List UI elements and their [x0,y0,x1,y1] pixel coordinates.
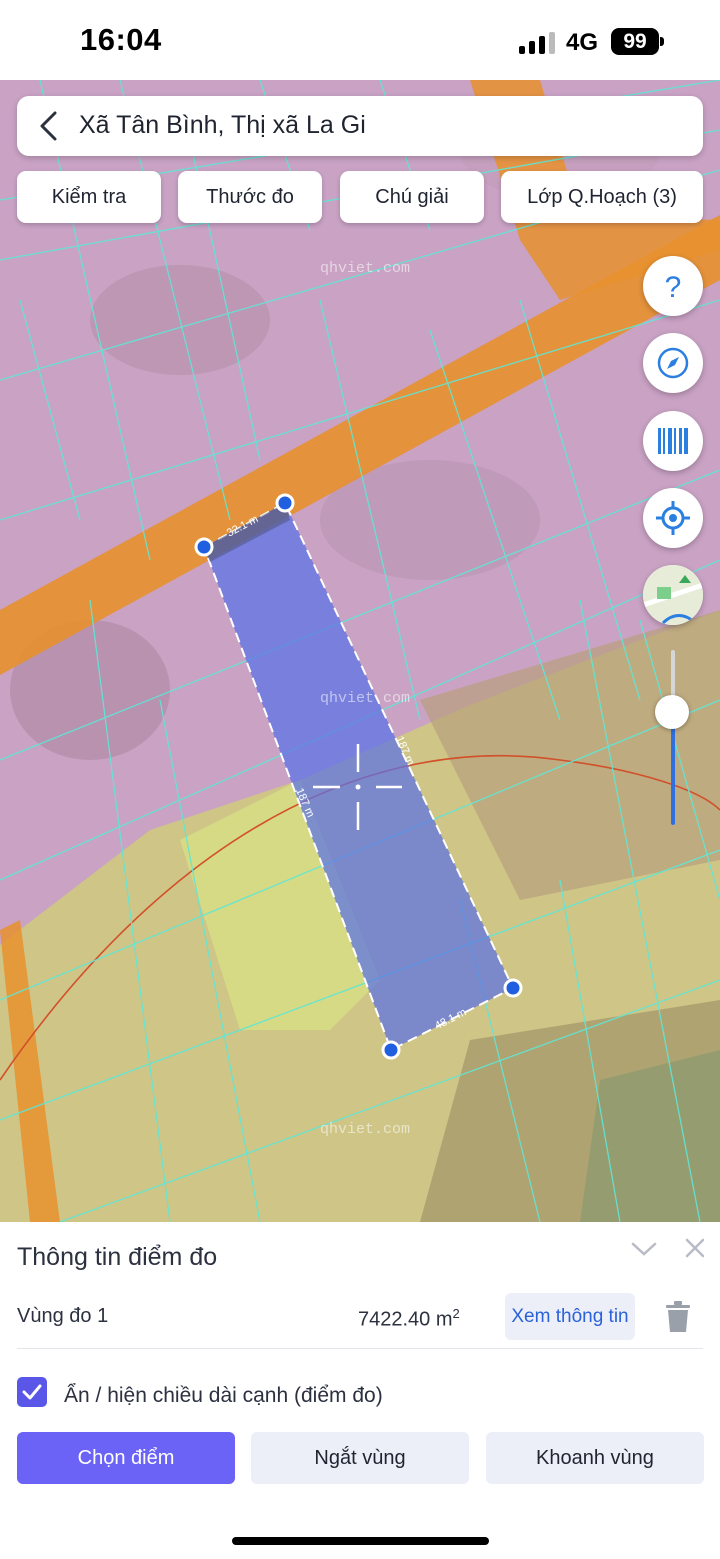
locate-button[interactable] [643,488,703,548]
chevron-down-icon[interactable] [631,1240,657,1258]
back-icon[interactable] [37,110,61,142]
battery-cap [660,37,664,46]
area-name: Vùng đo 1 [17,1305,109,1327]
map-view[interactable]: 32.1 m 187 m 187 m 48.1 m qhviet.com qhv… [0,80,720,1222]
select-point-button[interactable]: Chọn điểm [17,1432,235,1484]
ruler-button[interactable]: Thước đo [178,171,322,223]
trash-icon[interactable] [663,1300,693,1334]
status-bar: 16:04 4G 99 [0,0,720,80]
enclose-area-button[interactable]: Khoanh vùng [486,1432,704,1484]
check-button[interactable]: Kiểm tra [17,171,161,223]
network-type: 4G [566,29,599,56]
barcode-icon [658,428,688,454]
divider [17,1348,703,1349]
watermark: qhviet.com [320,1121,410,1138]
legend-button[interactable]: Chú giải [340,171,484,223]
close-icon[interactable] [684,1237,706,1259]
map-layer-button[interactable] [643,565,703,625]
battery-icon: 99 [611,28,659,55]
toggle-edge-length-checkbox[interactable] [17,1377,47,1407]
locate-icon [656,501,690,535]
help-icon: ? [665,271,682,304]
checkmark-icon [22,1384,42,1400]
status-time: 16:04 [80,22,162,57]
svg-text:?: ? [665,271,682,304]
location-name: Xã Tân Bình, Thị xã La Gi [79,111,366,139]
map-layer-thumbnail [643,565,703,625]
signal-icon [519,32,555,54]
home-indicator[interactable] [232,1537,489,1545]
break-area-button[interactable]: Ngắt vùng [251,1432,469,1484]
barcode-button[interactable] [643,411,703,471]
help-button[interactable]: ? [643,256,703,316]
watermark: qhviet.com [320,690,410,707]
zoom-slider-thumb[interactable] [655,695,689,729]
planning-layer-button[interactable]: Lớp Q.Hoạch (3) [501,171,703,223]
location-search-bar[interactable]: Xã Tân Bình, Thị xã La Gi [17,96,703,156]
panel-title: Thông tin điểm đo [17,1243,218,1271]
watermark: qhviet.com [320,260,410,277]
compass-button[interactable] [643,333,703,393]
view-info-button[interactable]: Xem thông tin [505,1293,635,1340]
area-value: 7422.40 m2 [358,1306,460,1331]
compass-icon [657,347,689,379]
toggle-edge-length-label: Ẩn / hiện chiều dài cạnh (điểm đo) [64,1384,383,1407]
area-unit-superscript: 2 [452,1306,460,1321]
map-canvas: 32.1 m 187 m 187 m 48.1 m qhviet.com qhv… [0,80,720,1222]
